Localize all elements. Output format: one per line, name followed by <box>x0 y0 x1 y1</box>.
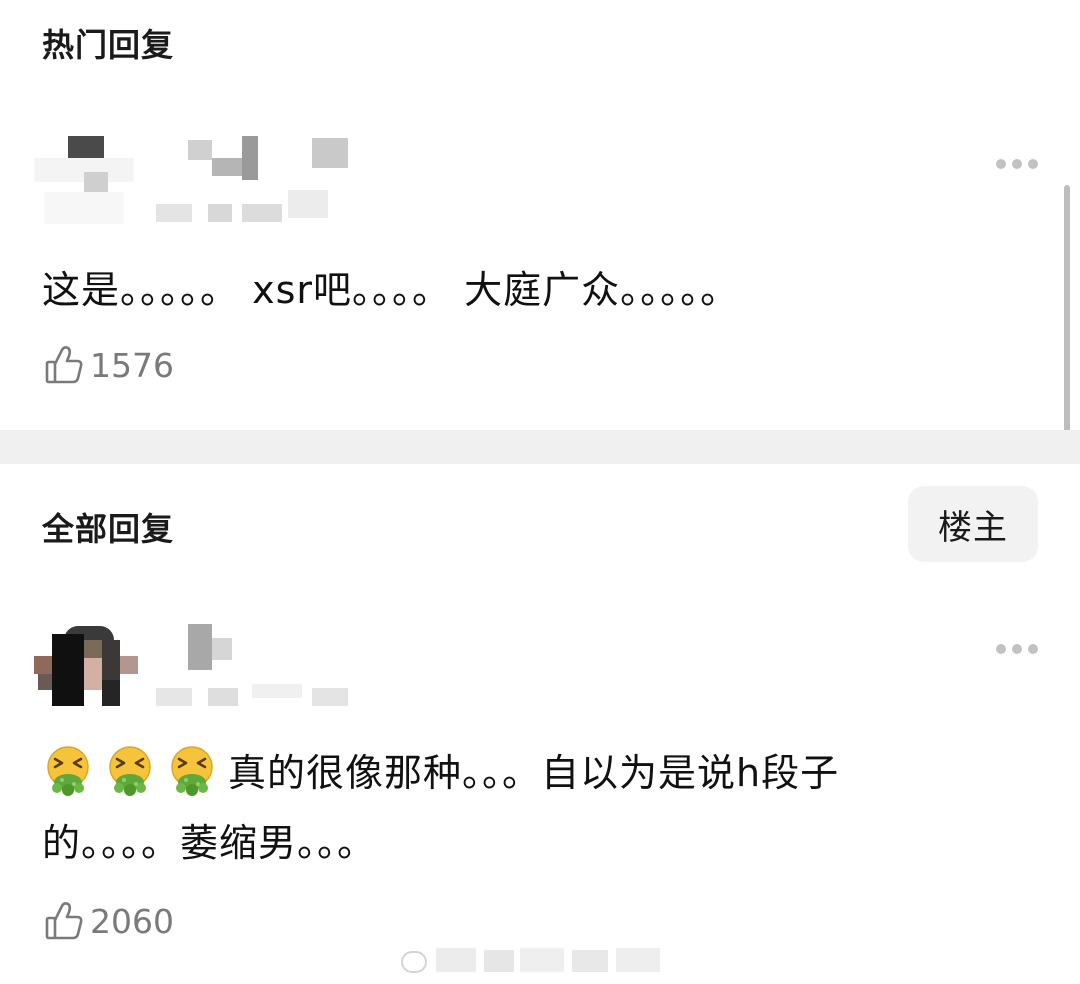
like-count: 1576 <box>90 345 174 385</box>
owner-only-button[interactable]: 楼主 <box>908 486 1038 562</box>
more-options-icon[interactable] <box>996 642 1040 656</box>
all-replies-title: 全部回复 <box>42 510 175 548</box>
like-button[interactable]: 1576 <box>44 344 174 386</box>
section-divider <box>0 430 1080 464</box>
like-button[interactable]: 2060 <box>44 900 174 942</box>
comment-text: 这是。。。。。 xsr吧。。。。 大庭广众。。。。。 <box>42 268 740 312</box>
username-blurred[interactable] <box>152 134 352 226</box>
like-count: 2060 <box>90 901 174 941</box>
reaction-emojis <box>42 746 228 796</box>
watermark <box>401 948 660 973</box>
nauseated-face-emoji <box>47 746 89 796</box>
avatar[interactable] <box>34 134 144 230</box>
thumbs-up-icon <box>45 902 83 940</box>
nauseated-face-emoji <box>171 746 213 796</box>
avatar[interactable] <box>34 626 138 706</box>
comment-text: 真的很像那种。。。自以为是说h段子的。。。。萎缩男。。。 <box>42 738 970 878</box>
hot-replies-title: 热门回复 <box>42 26 175 64</box>
more-options-icon[interactable] <box>996 157 1040 171</box>
username-blurred[interactable] <box>152 618 352 710</box>
thumbs-up-icon <box>45 346 83 384</box>
nauseated-face-emoji <box>109 746 151 796</box>
scrollbar[interactable] <box>1064 185 1070 437</box>
